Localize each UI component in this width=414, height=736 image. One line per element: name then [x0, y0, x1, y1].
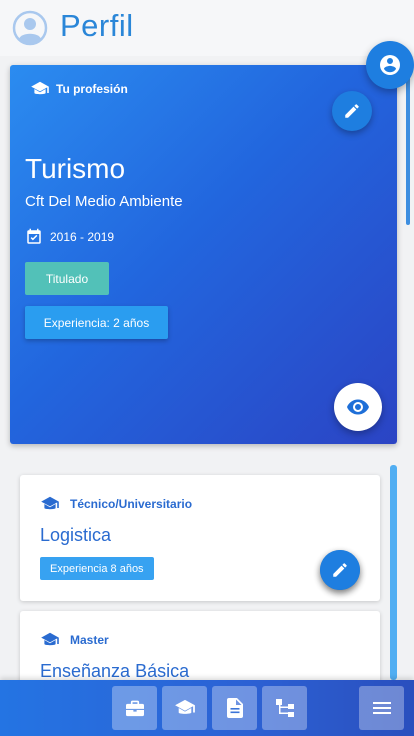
profession-tag-label: Tu profesión [56, 82, 128, 96]
profession-tag: Tu profesión [30, 81, 128, 97]
user-avatar-icon [12, 10, 48, 46]
menu-button[interactable] [359, 686, 404, 730]
study-career: Logistica [40, 525, 112, 545]
study-level: Técnico/Universitario [40, 496, 192, 512]
calendar-check-icon [25, 228, 43, 246]
nav-work-button[interactable] [112, 686, 157, 730]
page-scrollbar[interactable] [406, 60, 410, 225]
bottom-navigation [0, 680, 414, 736]
list-scrollbar[interactable] [390, 465, 397, 680]
graduation-cap-icon [40, 632, 60, 648]
nav-education-button[interactable] [162, 686, 207, 730]
study-card: Técnico/Universitario Logistica Experien… [20, 475, 380, 601]
profession-card: Tu profesión Turismo Cft Del Medio Ambie… [10, 65, 397, 444]
study-level-label: Master [70, 633, 109, 647]
profession-institution: Cft Del Medio Ambiente [25, 193, 183, 210]
document-icon [226, 698, 243, 718]
profession-period: 2016 - 2019 [25, 228, 114, 246]
profession-title: Turismo [25, 153, 126, 184]
view-profession-button[interactable] [334, 383, 382, 431]
account-circle-icon [378, 53, 402, 77]
profession-period-text: 2016 - 2019 [50, 230, 115, 244]
pencil-icon [343, 102, 361, 120]
study-level: Master [40, 632, 109, 648]
graduation-cap-icon [40, 496, 60, 512]
study-experience-badge: Experiencia 8 años [40, 557, 154, 580]
profile-button[interactable] [366, 41, 414, 89]
graduation-cap-icon [30, 81, 50, 97]
nav-structure-button[interactable] [262, 686, 307, 730]
study-career: Enseñanza Básica [40, 661, 190, 681]
sitemap-icon [275, 698, 295, 718]
graduation-cap-icon [174, 699, 196, 717]
edit-profession-button[interactable] [332, 91, 372, 131]
pencil-icon [331, 561, 349, 579]
briefcase-icon [125, 699, 145, 717]
menu-icon [372, 700, 392, 716]
status-badge: Titulado [25, 262, 109, 295]
page-title: Perfil [60, 8, 134, 43]
edit-study-button[interactable] [320, 550, 360, 590]
experience-badge: Experiencia: 2 años [25, 306, 168, 339]
header: Perfil [0, 0, 414, 56]
study-level-label: Técnico/Universitario [70, 497, 193, 511]
nav-documents-button[interactable] [212, 686, 257, 730]
eye-icon [346, 395, 370, 419]
